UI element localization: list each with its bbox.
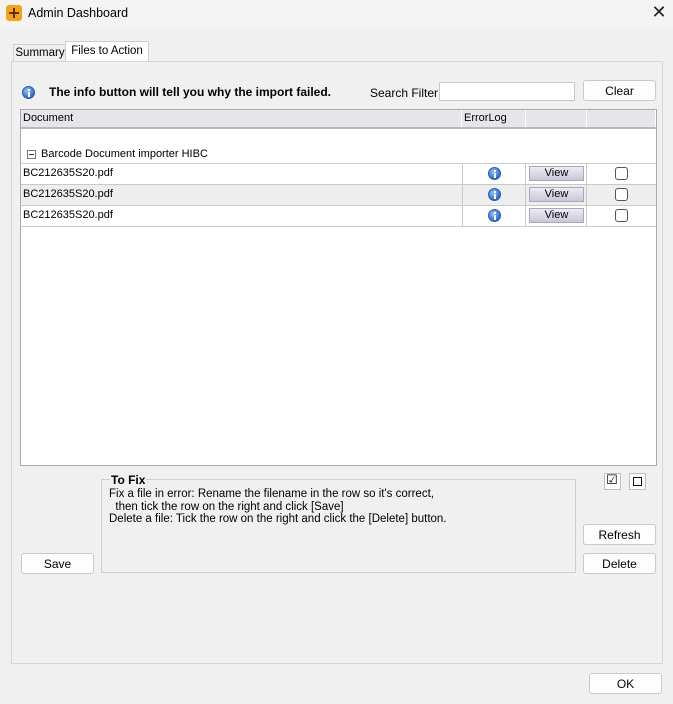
collapse-icon[interactable] — [27, 150, 36, 159]
check-all-icon[interactable] — [604, 473, 621, 490]
tab-files-to-action[interactable]: Files to Action — [65, 41, 149, 62]
error-info-icon[interactable] — [488, 167, 501, 180]
column-header-errorlog[interactable]: ErrorLog — [462, 110, 526, 127]
document-name[interactable]: BC212635S20.pdf — [23, 209, 113, 221]
title-bar: Admin Dashboard ✕ — [0, 0, 673, 26]
grid-header: Document ErrorLog — [21, 110, 656, 129]
table-row[interactable]: BC212635S20.pdf View — [21, 205, 656, 227]
delete-button[interactable]: Delete — [583, 553, 656, 574]
error-info-icon[interactable] — [488, 209, 501, 222]
ok-button[interactable]: OK — [589, 673, 662, 694]
column-header-document[interactable]: Document — [21, 110, 462, 127]
table-row[interactable]: BC212635S20.pdf View — [21, 184, 656, 205]
files-grid: Document ErrorLog Barcode Document impor… — [20, 109, 657, 466]
uncheck-all-icon[interactable] — [629, 473, 646, 490]
close-icon[interactable]: ✕ — [648, 2, 670, 24]
tab-summary[interactable]: Summary — [13, 44, 67, 62]
clear-button[interactable]: Clear — [583, 80, 656, 101]
refresh-button[interactable]: Refresh — [583, 524, 656, 545]
column-header-view — [526, 110, 587, 127]
search-filter-label: Search Filter — [370, 86, 439, 100]
save-button[interactable]: Save — [21, 553, 94, 574]
column-header-select — [587, 110, 656, 127]
info-icon — [22, 86, 35, 99]
search-filter-input[interactable] — [439, 82, 575, 101]
view-button[interactable]: View — [529, 187, 584, 202]
error-info-icon[interactable] — [488, 188, 501, 201]
document-name[interactable]: BC212635S20.pdf — [23, 167, 113, 179]
table-row[interactable]: BC212635S20.pdf View — [21, 163, 656, 184]
to-fix-instructions: Fix a file in error: Rename the filename… — [109, 488, 447, 525]
row-checkbox[interactable] — [615, 167, 628, 180]
document-name[interactable]: BC212635S20.pdf — [23, 188, 113, 200]
group-label: Barcode Document importer HIBC — [41, 148, 208, 160]
window-title: Admin Dashboard — [28, 6, 129, 20]
view-button[interactable]: View — [529, 208, 584, 223]
row-checkbox[interactable] — [615, 188, 628, 201]
info-message: The info button will tell you why the im… — [49, 85, 331, 99]
row-checkbox[interactable] — [615, 209, 628, 222]
app-plus-icon — [6, 5, 22, 21]
to-fix-title: To Fix — [110, 473, 147, 487]
view-button[interactable]: View — [529, 166, 584, 181]
